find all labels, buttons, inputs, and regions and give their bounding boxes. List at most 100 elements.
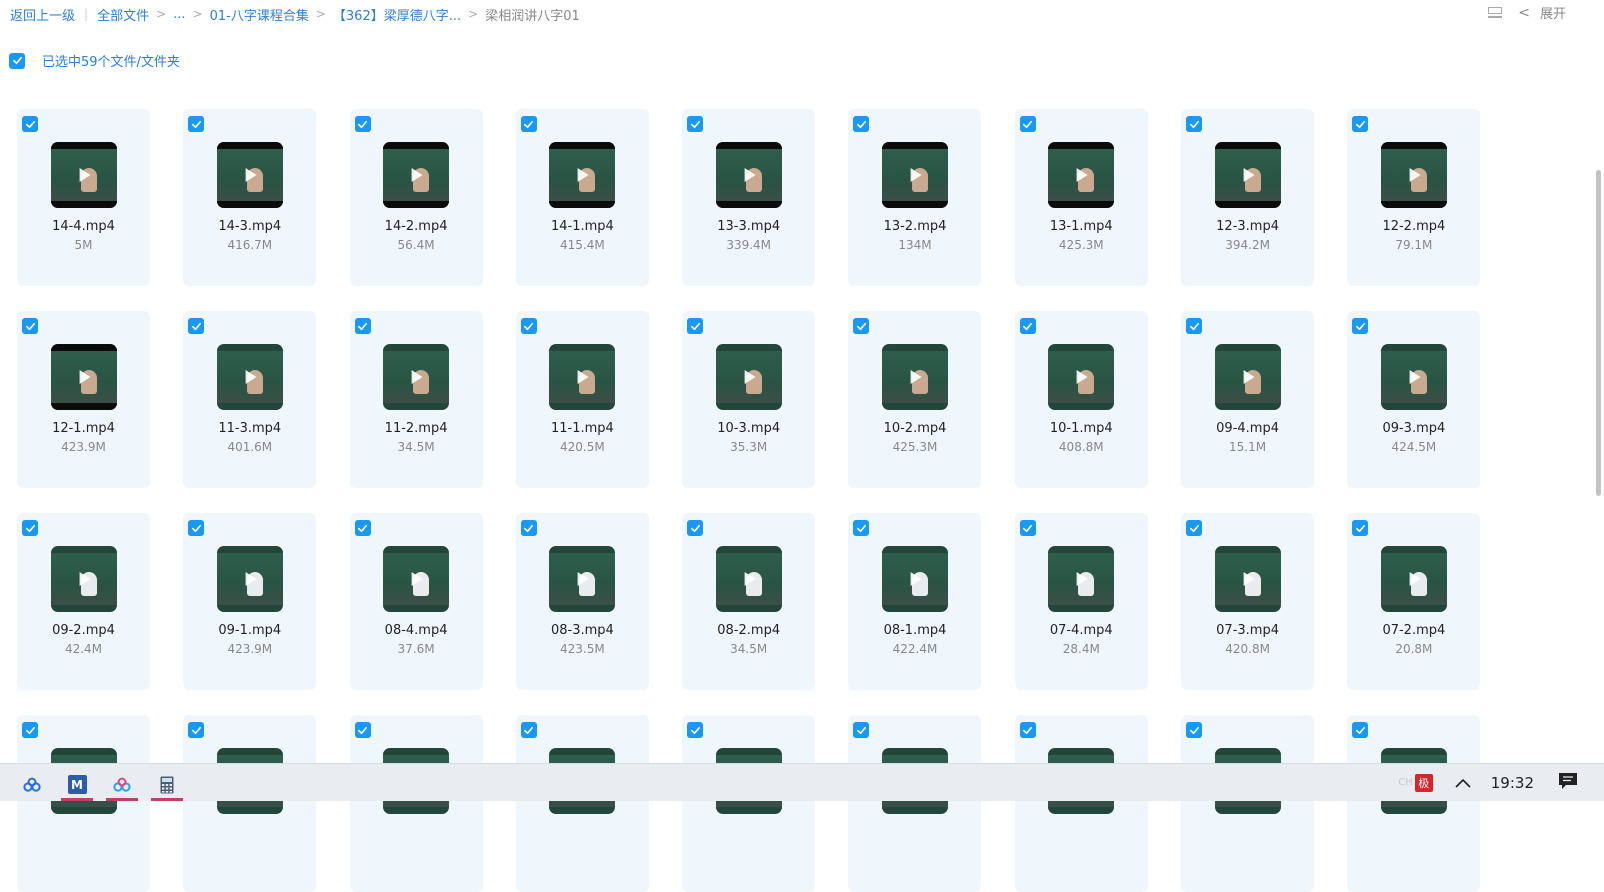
file-card[interactable]: 10-1.mp4 408.8M	[1014, 311, 1148, 488]
file-checkbox[interactable]	[687, 520, 704, 536]
breadcrumb-ellipsis[interactable]: ...	[173, 7, 185, 22]
file-checkbox[interactable]	[853, 722, 870, 738]
taskbar-app-netdisk-2[interactable]	[106, 768, 138, 801]
breadcrumb-level2[interactable]: 【362】梁厚德八字...	[333, 5, 461, 24]
file-card[interactable]: 13-2.mp4 134M	[848, 109, 982, 286]
file-card[interactable]	[1181, 715, 1315, 892]
file-card[interactable]: 09-1.mp4 423.9M	[183, 513, 317, 690]
video-thumbnail[interactable]	[881, 546, 948, 612]
breadcrumb-level1[interactable]: 01-八字课程合集	[210, 5, 309, 24]
file-checkbox[interactable]	[188, 722, 205, 738]
file-card[interactable]	[183, 715, 317, 892]
file-checkbox[interactable]	[22, 116, 38, 132]
back-link[interactable]: 返回上一级	[10, 5, 75, 24]
video-thumbnail[interactable]	[1214, 546, 1281, 612]
video-thumbnail[interactable]	[50, 546, 117, 612]
video-thumbnail[interactable]	[1048, 142, 1115, 208]
video-thumbnail[interactable]	[1214, 344, 1281, 410]
file-card[interactable]: 11-3.mp4 401.6M	[183, 311, 317, 488]
file-card[interactable]: 13-3.mp4 339.4M	[682, 109, 816, 286]
file-checkbox[interactable]	[188, 520, 205, 536]
file-card[interactable]: 14-4.mp4 5M	[17, 109, 150, 286]
file-checkbox[interactable]	[354, 116, 371, 132]
file-checkbox[interactable]	[188, 116, 205, 132]
video-thumbnail[interactable]	[50, 142, 117, 208]
file-checkbox[interactable]	[1019, 116, 1036, 132]
file-card[interactable]	[515, 715, 649, 892]
file-card[interactable]: 12-2.mp4 79.1M	[1347, 109, 1481, 286]
file-card[interactable]	[682, 715, 816, 892]
file-checkbox[interactable]	[354, 722, 371, 738]
file-card[interactable]: 09-2.mp4 42.4M	[17, 513, 150, 690]
file-card[interactable]: 08-1.mp4 422.4M	[848, 513, 982, 690]
file-checkbox[interactable]	[354, 318, 371, 334]
taskbar-app-editor[interactable]: M	[61, 768, 93, 801]
file-checkbox[interactable]	[22, 722, 38, 738]
file-card[interactable]: 11-2.mp4 34.5M	[349, 311, 483, 488]
video-thumbnail[interactable]	[715, 142, 782, 208]
file-card[interactable]	[1347, 715, 1481, 892]
ime-icon[interactable]: 极	[1414, 773, 1433, 792]
file-card[interactable]	[349, 715, 483, 892]
expand-button[interactable]: < 展开	[1518, 3, 1566, 23]
file-card[interactable]: 09-3.mp4 424.5M	[1347, 311, 1481, 488]
taskbar-app-calculator[interactable]	[151, 768, 183, 801]
taskbar-app-netdisk[interactable]	[16, 768, 48, 801]
file-checkbox[interactable]	[1019, 318, 1036, 334]
file-card[interactable]: 13-1.mp4 425.3M	[1014, 109, 1148, 286]
file-checkbox[interactable]	[1186, 722, 1203, 738]
view-mode-icon[interactable]	[1488, 6, 1504, 20]
file-checkbox[interactable]	[687, 318, 704, 334]
video-thumbnail[interactable]	[1380, 142, 1447, 208]
video-thumbnail[interactable]	[881, 344, 948, 410]
file-card[interactable]	[848, 715, 982, 892]
file-card[interactable]: 14-1.mp4 415.4M	[515, 109, 649, 286]
file-card[interactable]: 11-1.mp4 420.5M	[515, 311, 649, 488]
video-thumbnail[interactable]	[549, 344, 616, 410]
file-checkbox[interactable]	[1019, 722, 1036, 738]
video-thumbnail[interactable]	[715, 344, 782, 410]
file-card[interactable]: 08-2.mp4 34.5M	[682, 513, 816, 690]
file-card[interactable]: 10-3.mp4 35.3M	[682, 311, 816, 488]
video-thumbnail[interactable]	[383, 344, 450, 410]
file-card[interactable]: 07-3.mp4 420.8M	[1181, 513, 1315, 690]
file-card[interactable]: 10-2.mp4 425.3M	[848, 311, 982, 488]
file-checkbox[interactable]	[1352, 318, 1369, 334]
video-thumbnail[interactable]	[1048, 344, 1115, 410]
video-thumbnail[interactable]	[1048, 546, 1115, 612]
chevron-up-icon[interactable]	[1455, 773, 1471, 792]
file-checkbox[interactable]	[354, 520, 371, 536]
file-checkbox[interactable]	[687, 722, 704, 738]
file-card[interactable]: 09-4.mp4 15.1M	[1181, 311, 1315, 488]
file-card[interactable]: 14-3.mp4 416.7M	[183, 109, 317, 286]
file-checkbox[interactable]	[1352, 116, 1369, 132]
file-checkbox[interactable]	[520, 318, 537, 334]
video-thumbnail[interactable]	[216, 142, 283, 208]
video-thumbnail[interactable]	[1380, 344, 1447, 410]
file-card[interactable]: 14-2.mp4 56.4M	[349, 109, 483, 286]
file-checkbox[interactable]	[1019, 520, 1036, 536]
file-card[interactable]: 07-2.mp4 20.8M	[1347, 513, 1481, 690]
video-thumbnail[interactable]	[549, 546, 616, 612]
file-checkbox[interactable]	[520, 116, 537, 132]
clock[interactable]: 19:32	[1491, 774, 1534, 792]
file-card[interactable]: 08-3.mp4 423.5M	[515, 513, 649, 690]
video-thumbnail[interactable]	[549, 142, 616, 208]
video-thumbnail[interactable]	[715, 546, 782, 612]
file-checkbox[interactable]	[22, 318, 38, 334]
file-checkbox[interactable]	[520, 520, 537, 536]
file-checkbox[interactable]	[22, 520, 38, 536]
file-card[interactable]: 08-4.mp4 37.6M	[349, 513, 483, 690]
file-checkbox[interactable]	[687, 116, 704, 132]
file-card[interactable]: 07-4.mp4 28.4M	[1014, 513, 1148, 690]
file-card[interactable]	[1014, 715, 1148, 892]
file-checkbox[interactable]	[853, 520, 870, 536]
video-thumbnail[interactable]	[383, 142, 450, 208]
file-checkbox[interactable]	[520, 722, 537, 738]
breadcrumb-all-files[interactable]: 全部文件	[97, 5, 149, 24]
file-card[interactable]	[17, 715, 150, 892]
video-thumbnail[interactable]	[1214, 142, 1281, 208]
input-language[interactable]: CH	[1398, 777, 1413, 788]
select-all-checkbox[interactable]	[9, 52, 25, 69]
file-checkbox[interactable]	[1186, 318, 1203, 334]
